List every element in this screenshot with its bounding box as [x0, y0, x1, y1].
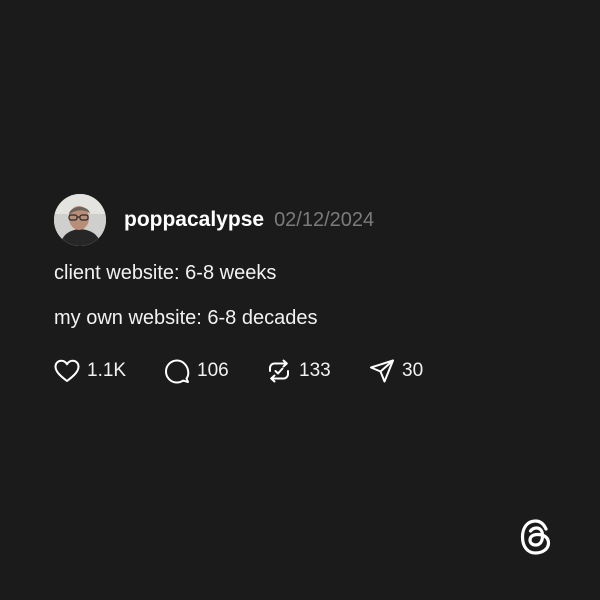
post-text-line: client website: 6-8 weeks: [54, 262, 277, 284]
reply-count: 106: [197, 360, 229, 381]
share-button[interactable]: 30: [369, 358, 423, 384]
repost-icon: [266, 358, 292, 384]
send-icon: [369, 358, 395, 384]
repost-button[interactable]: 133: [266, 358, 369, 384]
username[interactable]: poppacalypse: [124, 208, 264, 232]
post-actions: 1.1K 106 133 30: [54, 356, 554, 386]
threads-logo-icon: [519, 518, 553, 556]
share-count: 30: [402, 360, 424, 381]
avatar[interactable]: [54, 194, 106, 246]
post: poppacalypse 02/12/2024 client website: …: [54, 193, 554, 386]
like-count: 1.1K: [87, 360, 127, 381]
reply-button[interactable]: 106: [164, 358, 266, 384]
heart-icon: [54, 359, 80, 383]
like-button[interactable]: 1.1K: [54, 359, 164, 383]
speech-bubble-icon: [164, 358, 190, 384]
post-header: poppacalypse 02/12/2024: [54, 193, 554, 247]
post-text-line: my own website: 6-8 decades: [54, 307, 318, 329]
repost-count: 133: [299, 360, 331, 381]
post-date: 02/12/2024: [274, 208, 375, 231]
post-body: client website: 6-8 weeks my own website…: [54, 261, 554, 330]
threads-post-card: poppacalypse 02/12/2024 client website: …: [0, 0, 600, 600]
